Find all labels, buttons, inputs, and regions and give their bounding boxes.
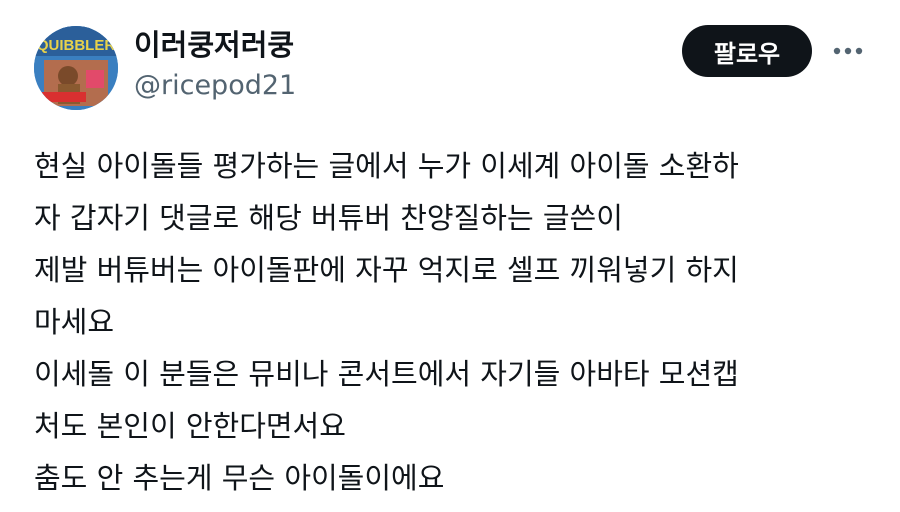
- more-options-icon: [833, 47, 863, 55]
- tweet-text: 현실 아이돌들 평가하는 글에서 누가 이세계 아이돌 소환하 자 갑자기 댓글…: [34, 140, 874, 504]
- avatar-logo-text: QUIBBLER: [37, 37, 116, 54]
- more-options-button[interactable]: [830, 34, 866, 68]
- tweet-line: 마세요: [34, 305, 115, 339]
- tweet-line: 제발 버튜버는 아이돌판에 자꾸 억지로 셀프 끼워넣기 하지: [34, 253, 739, 287]
- avatar-image: QUIBBLER: [34, 26, 118, 110]
- user-handle[interactable]: @ricepod21: [134, 68, 296, 104]
- tweet-header: QUIBBLER 이러쿵저러쿵 @ricepod21 팔로우: [0, 0, 900, 120]
- user-name-block: 이러쿵저러쿵 @ricepod21: [134, 26, 296, 104]
- tweet-line: 현실 아이돌들 평가하는 글에서 누가 이세계 아이돌 소환하: [34, 149, 739, 183]
- follow-button[interactable]: 팔로우: [682, 25, 812, 77]
- tweet-line: 처도 본인이 안한다면서요: [34, 409, 346, 443]
- avatar[interactable]: QUIBBLER: [34, 26, 118, 110]
- tweet-line: 자 갑자기 댓글로 해당 버튜버 찬양질하는 글쓴이: [34, 201, 623, 235]
- tweet-line: 이세돌 이 분들은 뮤비나 콘서트에서 자기들 아바타 모션캡: [34, 357, 739, 391]
- tweet-line: 춤도 안 추는게 무슨 아이돌이에요: [34, 461, 445, 495]
- display-name[interactable]: 이러쿵저러쿵: [134, 26, 296, 64]
